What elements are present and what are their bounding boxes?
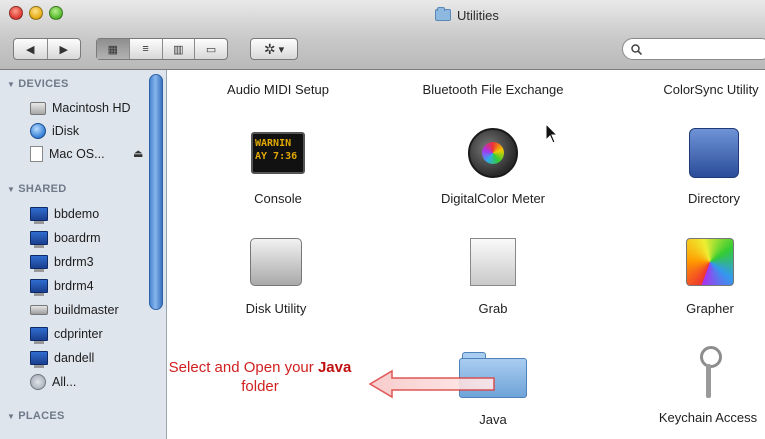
sidebar-item-label: iDisk [52,124,80,138]
sidebar-item-label: brdrm4 [54,279,94,293]
sidebar-item-label: boardrm [54,231,101,245]
close-window-button[interactable] [9,6,23,20]
icon-view-button[interactable]: ▦ [97,39,129,59]
file-item-label[interactable]: Grab [479,301,508,316]
back-forward-control: ◀ ▶ [13,38,81,60]
search-field[interactable] [622,38,765,60]
instruction-callout: Select and Open your Java folder [145,358,375,396]
gear-icon: ✲ [263,40,276,57]
sidebar-item-dandell[interactable]: dandell [30,348,94,368]
file-item-label[interactable]: Console [254,191,302,206]
callout-text: folder [241,378,279,395]
sidebar-section-devices[interactable]: ▼ DEVICES [7,78,69,90]
file-item-label[interactable]: Keychain Access [659,410,757,425]
sidebar-item-all[interactable]: All... [30,372,76,392]
sidebar-item-label: All... [52,375,77,389]
back-button[interactable]: ◀ [14,39,47,59]
file-item-label[interactable]: Bluetooth File Exchange [423,82,564,97]
disclosure-triangle-icon: ▼ [7,79,16,89]
window-title-label: Utilities [457,7,499,23]
sidebar-item-brdrm3[interactable]: brdrm3 [30,252,94,272]
file-item-label[interactable]: Directory [688,191,740,206]
directory-icon [689,128,739,178]
directory-app[interactable] [689,128,739,178]
file-item-label[interactable]: Audio MIDI Setup [227,82,329,97]
window-toolbar: Utilities ◀ ▶ ▦ ≡ ▥ ▭ ✲ ▾ [0,0,765,70]
network-icon [30,374,46,390]
disk-image-icon [30,146,43,162]
section-label: SHARED [18,183,67,195]
sidebar-scrollbar[interactable] [149,74,163,310]
minimize-window-button[interactable] [29,6,43,20]
console-icon-text: AY 7:36 [255,151,298,162]
hard-drive-icon [30,101,46,115]
computer-icon [30,279,48,296]
sidebar-item-idisk[interactable]: iDisk [30,121,79,141]
sidebar-item-cdprinter[interactable]: cdprinter [30,324,103,344]
forward-button[interactable]: ▶ [46,39,81,59]
list-view-button[interactable]: ≡ [128,39,162,59]
file-item-label[interactable]: Java [479,412,506,427]
search-input[interactable] [648,42,758,56]
console-icon: WARNIN AY 7:36 [251,132,305,174]
sidebar-section-shared[interactable]: ▼ SHARED [7,183,66,195]
coverflow-view-button[interactable]: ▭ [194,39,227,59]
sidebar-item-label: Macintosh HD [52,101,131,115]
sidebar-item-label: buildmaster [54,303,119,317]
file-item-label[interactable]: Disk Utility [246,301,307,316]
computer-icon [30,351,48,368]
file-item-label[interactable]: DigitalColor Meter [441,191,545,206]
eject-icon[interactable]: ⏏ [133,147,143,160]
callout-text: Select and Open your [168,359,318,376]
console-app[interactable]: WARNIN AY 7:36 [251,132,305,174]
callout-arrow-icon [368,369,495,399]
disk-utility-app[interactable] [250,238,302,286]
computer-icon [30,231,48,248]
computer-icon [30,207,48,224]
disk-utility-icon [250,238,302,286]
disclosure-triangle-icon: ▼ [7,184,16,194]
view-mode-control: ▦ ≡ ▥ ▭ [96,38,228,60]
section-label: PLACES [18,410,65,422]
sidebar-item-mac-os[interactable]: Mac OS... [30,144,105,164]
grab-app[interactable] [470,238,516,286]
sidebar-section-places[interactable]: ▼ PLACES [7,410,65,422]
section-label: DEVICES [18,78,69,90]
computer-icon [30,255,48,272]
search-icon [631,43,642,55]
computer-icon [30,327,48,344]
keychain-icon [688,346,728,400]
sidebar-item-label: cdprinter [54,327,103,341]
idisk-icon [30,123,46,139]
sidebar-item-label: Mac OS... [49,147,105,161]
disclosure-triangle-icon: ▼ [7,411,16,421]
chevron-down-icon: ▾ [278,43,285,56]
zoom-window-button[interactable] [49,6,63,20]
sidebar-item-label: bbdemo [54,207,100,221]
column-view-button[interactable]: ▥ [161,39,195,59]
folder-icon [435,7,451,21]
sidebar-item-boardrm[interactable]: boardrm [30,228,101,248]
grapher-icon [686,238,734,286]
action-menu-button[interactable]: ✲ ▾ [250,38,298,60]
keychain-access-app[interactable] [688,346,728,400]
color-meter-icon [468,128,518,178]
sidebar-item-buildmaster[interactable]: buildmaster [30,300,119,320]
file-item-label[interactable]: Grapher [686,301,734,316]
digitalcolor-meter-app[interactable] [468,128,518,178]
sidebar: ▼ DEVICES Macintosh HD iDisk Mac OS... ⏏… [0,70,167,439]
sidebar-item-brdrm4[interactable]: brdrm4 [30,276,94,296]
sidebar-item-label: dandell [54,351,95,365]
sidebar-item-macintosh-hd[interactable]: Macintosh HD [30,98,131,118]
callout-bold-text: Java [317,359,352,376]
server-icon [30,305,48,315]
file-item-label[interactable]: ColorSync Utility [663,82,758,97]
console-icon-text: WARNIN [255,138,292,149]
mouse-pointer-icon [545,123,559,144]
sidebar-item-label: brdrm3 [54,255,94,269]
grab-icon [470,238,516,286]
grapher-app[interactable] [686,238,734,286]
sidebar-item-bbdemo[interactable]: bbdemo [30,204,99,224]
window-title: Utilities [435,6,499,24]
